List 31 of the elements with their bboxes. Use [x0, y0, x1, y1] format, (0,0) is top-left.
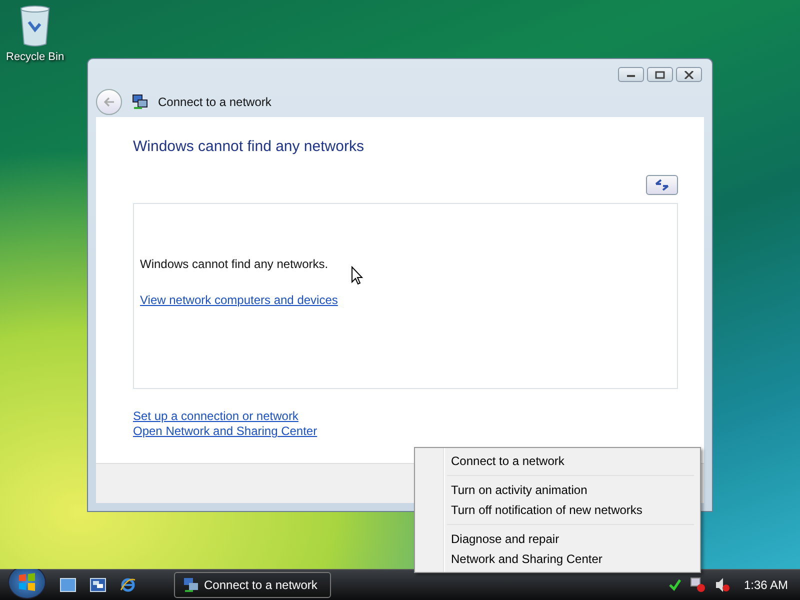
menu-item[interactable]: Turn on activity animation — [417, 480, 698, 500]
footer-link[interactable]: Open Network and Sharing Center — [133, 424, 318, 438]
status-message: Windows cannot find any networks. — [140, 257, 328, 271]
menu-item[interactable]: Network and Sharing Center — [417, 549, 698, 569]
footer-link[interactable]: Set up a connection or network — [133, 409, 298, 423]
taskbar-button[interactable]: Connect to a network — [174, 572, 331, 598]
window-title: Connect to a network — [158, 95, 272, 109]
menu-item[interactable]: Connect to a network — [417, 451, 698, 471]
maximize-button[interactable] — [647, 67, 673, 82]
refresh-icon — [654, 179, 670, 191]
security-check-icon[interactable] — [668, 578, 682, 592]
mouse-cursor-icon — [351, 266, 363, 285]
windows-icon[interactable] — [90, 578, 106, 592]
desktop-icon-label[interactable]: Recycle Bin — [6, 51, 64, 63]
clock[interactable]: 1:36 AM — [744, 578, 788, 592]
maximize-icon — [655, 70, 665, 78]
network-icon — [183, 577, 199, 593]
menu-item[interactable]: Turn off notification of new networks — [417, 500, 698, 520]
page-heading: Windows cannot find any networks — [133, 138, 365, 155]
refresh-button[interactable] — [646, 175, 678, 195]
windows-logo — [17, 572, 37, 592]
network-icon — [132, 94, 148, 110]
view-devices-link[interactable]: View network computers and devices — [140, 293, 338, 307]
close-button[interactable] — [676, 67, 702, 82]
network-error-icon[interactable] — [690, 577, 706, 593]
minimize-button[interactable] — [618, 67, 644, 82]
browser-icon[interactable] — [120, 577, 136, 593]
back-arrow-icon — [103, 97, 115, 107]
close-icon — [684, 70, 694, 78]
menu-item[interactable]: Diagnose and repair — [417, 529, 698, 549]
speaker-muted-icon[interactable] — [714, 577, 730, 593]
